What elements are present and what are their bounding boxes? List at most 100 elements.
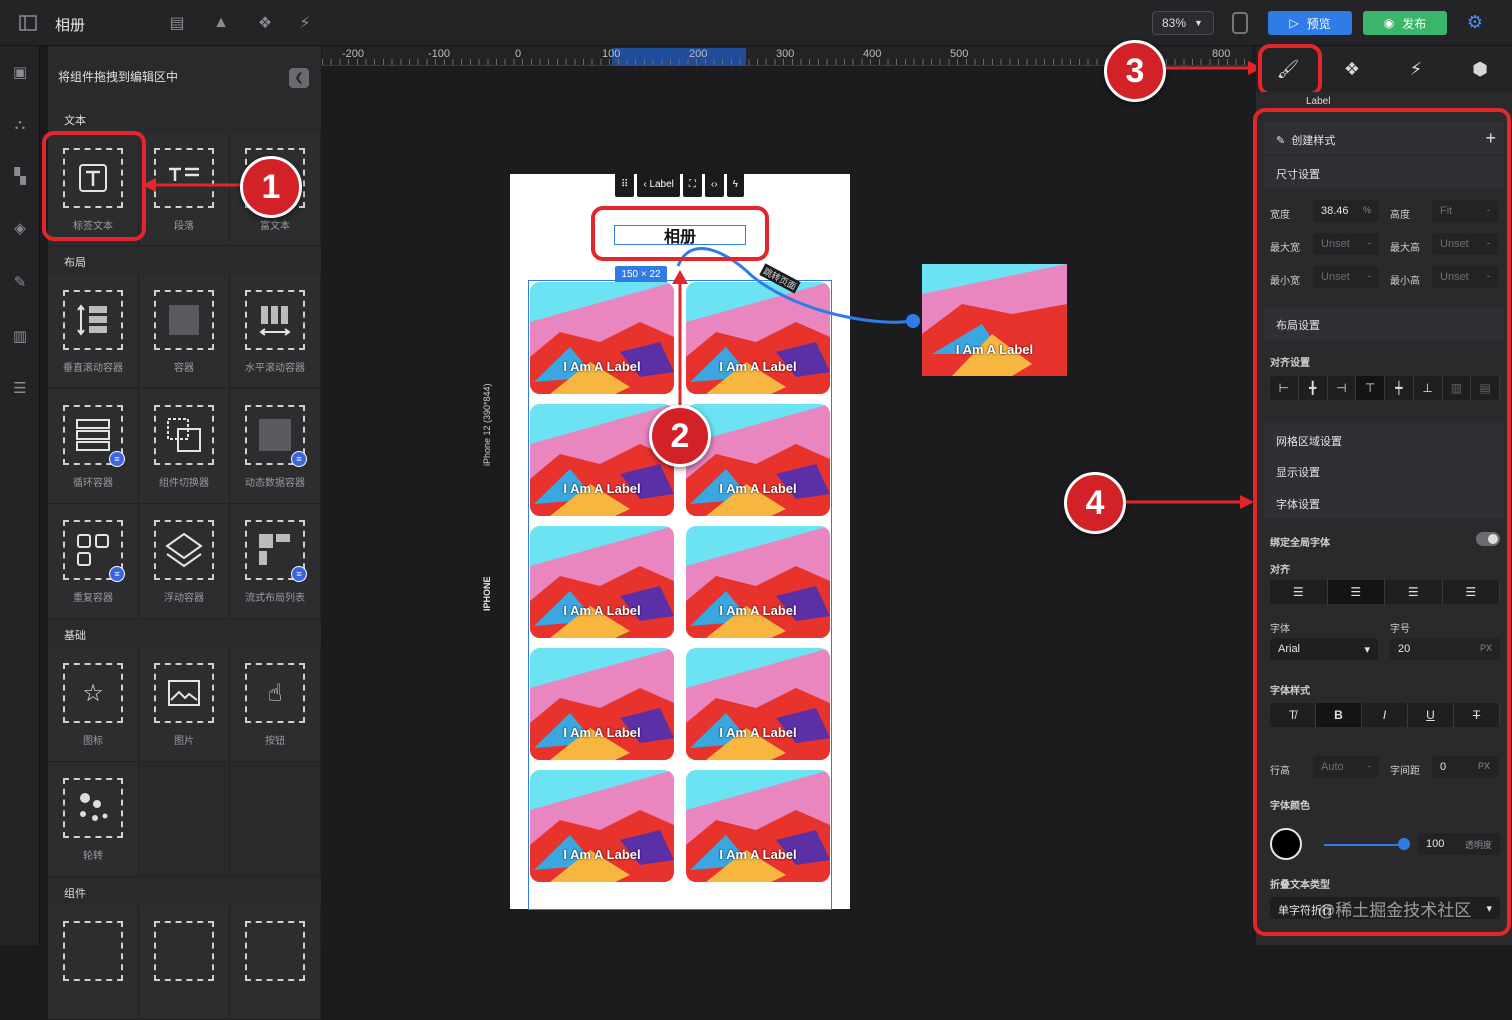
- component-loop-container[interactable]: ≡ 循环容器: [48, 389, 139, 504]
- component-label: 富文本: [260, 221, 290, 232]
- star-icon: ☆: [63, 663, 123, 723]
- device-preview-icon[interactable]: [1232, 12, 1248, 34]
- layers-icon[interactable]: ◈: [9, 218, 31, 240]
- arrow-3: [1166, 61, 1262, 75]
- components-icon[interactable]: ▣: [9, 62, 31, 84]
- document-icon[interactable]: ▤: [166, 12, 188, 34]
- lightning-icon[interactable]: ⚡: [294, 12, 316, 34]
- component-label: 段落: [174, 221, 194, 232]
- component-switcher[interactable]: 组件切换器: [139, 389, 230, 504]
- tab-data[interactable]: ⬢: [1448, 46, 1512, 92]
- basic-grid: ☆ 图标 图片 ☝ 按钮 轮转: [48, 647, 321, 877]
- arrow-2-head: [672, 270, 688, 284]
- assets-icon[interactable]: ❖: [254, 12, 276, 34]
- component-horizontal-scroll[interactable]: 水平滚动容器: [230, 274, 321, 389]
- component-label: 重复容器: [73, 593, 113, 604]
- top-bar: 相册 ▤ ▲ ❖ ⚡ 83% ▼ ▷ 预览 ◉ 发布 ⚙: [0, 0, 1512, 46]
- panel-header: 将组件拖拽到编辑区中 ❮: [48, 46, 321, 104]
- loop-container-icon: ≡: [63, 405, 125, 467]
- panel-hint: 将组件拖拽到编辑区中: [58, 70, 179, 84]
- sidebar-toggle-icon[interactable]: [17, 12, 39, 34]
- play-icon: ▷: [1289, 16, 1299, 30]
- drive-icon[interactable]: ▲: [210, 12, 232, 34]
- data-icon[interactable]: ☰: [9, 378, 31, 400]
- arrow-1: [142, 178, 248, 192]
- vertical-scroll-icon: [63, 290, 123, 350]
- blocks-icon[interactable]: ⛬: [9, 114, 31, 136]
- left-rail: ▣ ⛬ ▚ ◈ ✎ ▥ ☰: [0, 46, 40, 945]
- preview-button[interactable]: ▷ 预览: [1268, 11, 1352, 35]
- component-dynamic-data[interactable]: ≡ 动态数据容器: [230, 389, 321, 504]
- carousel-icon: [63, 778, 123, 838]
- component-label: 浮动容器: [164, 593, 204, 604]
- tools-icon[interactable]: ✎: [9, 272, 31, 294]
- component-label: 水平滚动容器: [245, 363, 305, 374]
- layout-grid: 垂直滚动容器 容器 水平滚动容器 ≡ 循环容器 组件切换器 ≡ 动态数据容器 ≡…: [48, 274, 321, 619]
- components-grid: [48, 905, 321, 1020]
- flow-list-icon: ≡: [245, 520, 307, 582]
- component-label: 流式布局列表: [245, 593, 305, 604]
- component-flow-list[interactable]: ≡ 流式布局列表: [230, 504, 321, 619]
- preview-label: 预览: [1306, 16, 1331, 31]
- publish-button[interactable]: ◉ 发布: [1363, 11, 1447, 35]
- component-button[interactable]: ☝ 按钮: [230, 647, 321, 762]
- button-icon: ☝: [245, 663, 305, 723]
- annotation-box-style-tab: [1258, 44, 1322, 96]
- collapse-icon[interactable]: ❮: [289, 68, 309, 88]
- annotation-badge-4: 4: [1064, 472, 1126, 534]
- component-floating-container[interactable]: 浮动容器: [139, 504, 230, 619]
- annotation-box-label-text: [42, 131, 146, 241]
- publish-label: 发布: [1402, 16, 1427, 31]
- zoom-select[interactable]: 83% ▼: [1152, 11, 1214, 35]
- component-label: 容器: [174, 363, 194, 374]
- container-icon: [154, 290, 214, 350]
- pages-icon[interactable]: ▥: [9, 326, 31, 348]
- database-icon: ≡: [109, 566, 125, 582]
- component-label: 动态数据容器: [245, 478, 305, 489]
- database-icon: ≡: [291, 566, 307, 582]
- section-layout: 布局: [64, 257, 86, 269]
- section-components: 组件: [64, 888, 86, 900]
- component-icon[interactable]: ☆ 图标: [48, 647, 139, 762]
- cube-icon: ⬢: [1472, 58, 1488, 79]
- annotation-box-title: [591, 206, 769, 261]
- component-carousel[interactable]: 轮转: [48, 762, 139, 877]
- arrow-4: [1126, 495, 1254, 509]
- horizontal-scroll-icon: [245, 290, 305, 350]
- component-item[interactable]: [230, 905, 321, 1020]
- annotation-badge-3: 3: [1104, 40, 1166, 102]
- component-label: 轮转: [83, 851, 103, 862]
- empty-cell: [230, 762, 321, 877]
- component-label: 循环容器: [73, 478, 113, 489]
- connector-endpoint[interactable]: [906, 314, 920, 328]
- annotation-badge-2: 2: [649, 405, 711, 467]
- component-item[interactable]: [139, 905, 230, 1020]
- component-vertical-scroll[interactable]: 垂直滚动容器: [48, 274, 139, 389]
- tab-component[interactable]: ❖: [1320, 46, 1384, 92]
- page-title: 相册: [55, 17, 86, 34]
- image-icon: [154, 663, 214, 723]
- tab-events[interactable]: ⚡: [1384, 46, 1448, 92]
- section-basic: 基础: [64, 630, 86, 642]
- switcher-icon: [154, 405, 214, 465]
- component-icon: [63, 921, 123, 981]
- chevron-down-icon: ▼: [1194, 18, 1203, 28]
- component-item[interactable]: [48, 905, 139, 1020]
- settings-sliders-icon[interactable]: ⚙: [1464, 12, 1486, 34]
- repeat-container-icon: ≡: [63, 520, 125, 582]
- component-image[interactable]: 图片: [139, 647, 230, 762]
- component-label: 图标: [83, 736, 103, 747]
- templates-icon[interactable]: ▚: [9, 166, 31, 188]
- component-diamond-icon: ❖: [1343, 58, 1361, 79]
- database-icon: ≡: [291, 451, 307, 467]
- eye-icon: ◉: [1383, 16, 1395, 30]
- component-container[interactable]: 容器: [139, 274, 230, 389]
- lightning-icon: ⚡: [1409, 58, 1423, 79]
- component-label: 垂直滚动容器: [63, 363, 123, 374]
- component-label: 按钮: [265, 736, 285, 747]
- location-icon: [245, 921, 305, 981]
- section-text: 文本: [64, 115, 86, 127]
- dynamic-data-icon: ≡: [245, 405, 307, 467]
- component-repeat-container[interactable]: ≡ 重复容器: [48, 504, 139, 619]
- annotation-box-inspector: [1253, 108, 1511, 936]
